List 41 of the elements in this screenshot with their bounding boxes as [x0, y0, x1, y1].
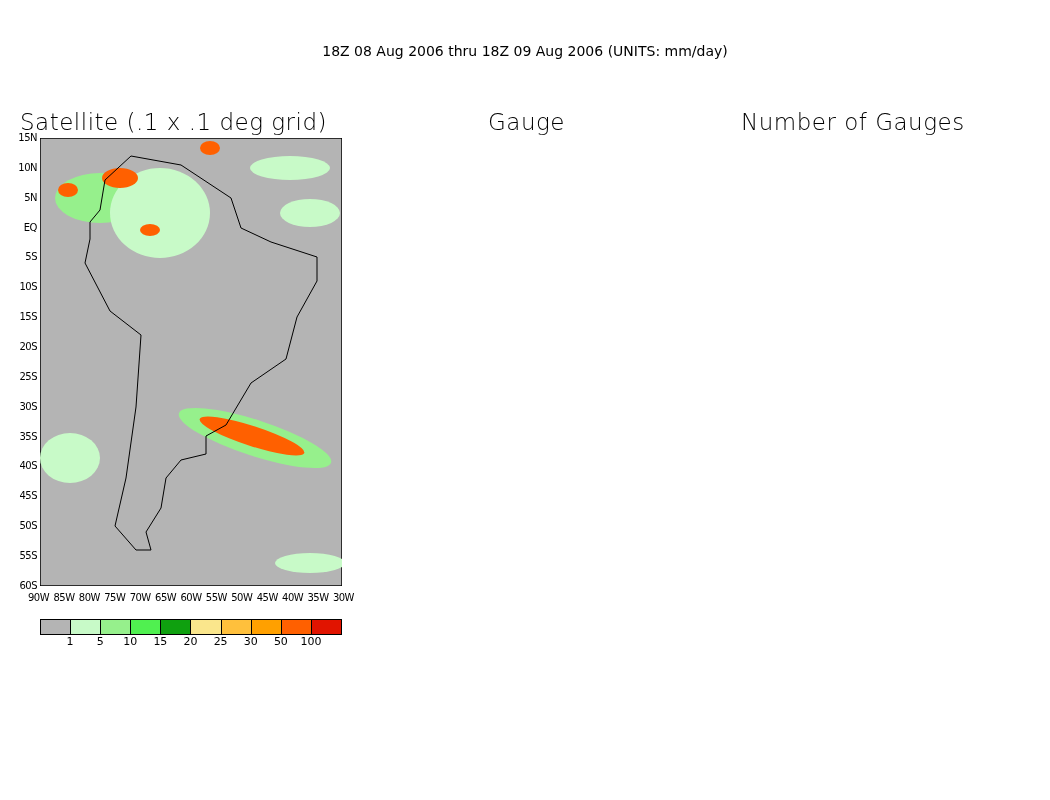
longitude-label: 80W: [78, 592, 100, 604]
latitude-label: 5N: [24, 191, 37, 204]
latitude-label: 5S: [25, 251, 37, 264]
longitude-label: 70W: [129, 592, 151, 604]
longitude-label: 75W: [104, 592, 126, 604]
latitude-label: 25S: [19, 370, 37, 383]
latitude-label: 55S: [19, 550, 37, 563]
legend-label: 50: [272, 635, 289, 648]
latitude-label: 20S: [19, 341, 37, 353]
longitude-label: 85W: [53, 592, 75, 604]
latitude-label: 15S: [19, 311, 37, 324]
longitude-label: 60W: [180, 592, 202, 604]
panel-title: Number of Gauges: [741, 109, 965, 135]
legend-label: 30: [242, 635, 259, 648]
legend-label: 25: [212, 635, 229, 648]
latitude-label: 60S: [19, 579, 37, 592]
legend-label: 5: [95, 635, 105, 648]
plot-header: 18Z 08 Aug 2006 thru 18Z 09 Aug 2006 (UNITS: mm/day): [321, 43, 729, 59]
legend-label: 100: [299, 635, 323, 648]
longitude-label: 50W: [231, 592, 253, 604]
longitude-label: 45W: [256, 592, 278, 604]
latitude-label: EQ: [23, 221, 37, 234]
legend-label: 15: [152, 635, 169, 648]
longitude-label: 30W: [332, 592, 354, 604]
latitude-label: 45S: [19, 490, 37, 503]
legend-label: 1: [65, 635, 75, 648]
legend-label: 20: [182, 635, 199, 648]
latitude-label: 35S: [19, 430, 37, 443]
latitude-label: 10N: [18, 161, 37, 174]
longitude-label: 55W: [205, 592, 227, 604]
longitude-label: 35W: [307, 592, 329, 604]
longitude-label: 40W: [282, 592, 304, 604]
longitude-label: 90W: [28, 592, 50, 604]
latitude-label: 40S: [19, 460, 37, 473]
latitude-label: 15N: [18, 132, 37, 144]
latitude-label: 50S: [19, 520, 37, 533]
panel-title: Gauge: [488, 109, 566, 135]
legend-label: 10: [122, 635, 139, 648]
latitude-label: 10S: [19, 281, 37, 294]
longitude-label: 65W: [155, 592, 177, 604]
latitude-label: 30S: [19, 400, 37, 413]
